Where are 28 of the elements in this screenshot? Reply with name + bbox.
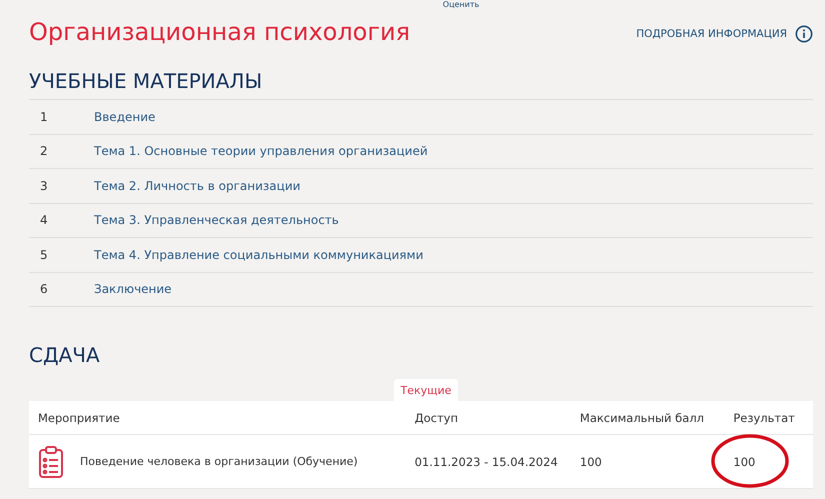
column-header: Максимальный балл xyxy=(578,410,706,424)
column-header: Доступ xyxy=(414,410,459,424)
material-link[interactable]: Заключение xyxy=(94,282,172,296)
material-link[interactable]: Введение xyxy=(94,110,156,124)
clipboard-icon xyxy=(38,444,64,478)
item-number: 4 xyxy=(39,213,49,228)
rate-link[interactable]: Оценить xyxy=(442,0,480,10)
material-link[interactable]: Тема 4. Управление социальными коммуникациями xyxy=(94,248,424,262)
table-cell: 100 xyxy=(733,454,756,468)
item-number: 5 xyxy=(39,248,49,262)
item-number: 2 xyxy=(39,144,49,158)
item-number: 6 xyxy=(39,282,49,296)
event-name: Поведение человека в организации (Обучение) xyxy=(80,455,358,468)
details-link[interactable]: ПОДРОБНАЯ ИНФОРМАЦИЯ xyxy=(636,25,813,43)
material-link[interactable]: Тема 2. Личность в организации xyxy=(94,178,300,193)
course-title: Организационная психология xyxy=(29,18,410,46)
material-link[interactable]: Тема 1. Основные теории управления организацией xyxy=(94,144,428,158)
item-number: 3 xyxy=(39,178,49,193)
material-link[interactable]: Тема 3. Управленческая деятельность xyxy=(94,213,339,228)
info-icon xyxy=(795,25,813,43)
section-heading: УЧЕБНЫЕ МАТЕРИАЛЫ xyxy=(29,69,264,93)
table-cell-text: 01.11.2023 - 15.04.2024 xyxy=(414,454,559,468)
section-heading: СДАЧА xyxy=(29,343,101,367)
table-cell-text: 100 xyxy=(578,454,603,468)
item-number: 1 xyxy=(39,110,49,124)
column-header: Результат xyxy=(732,410,796,424)
tab[interactable]: Текущие xyxy=(394,379,458,401)
column-header: Мероприятие xyxy=(37,410,121,424)
